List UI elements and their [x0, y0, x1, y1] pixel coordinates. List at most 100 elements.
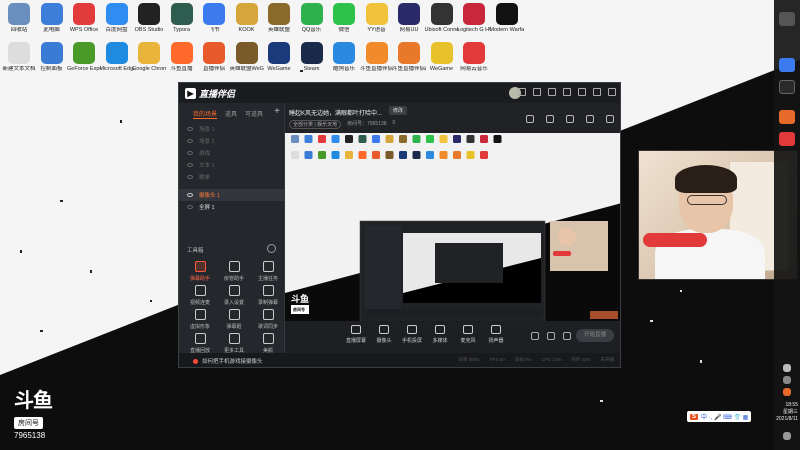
desktop-shortcut[interactable]: 酷狗音乐	[327, 42, 361, 73]
visibility-eye-icon[interactable]	[187, 193, 193, 197]
tab-more-props[interactable]: 可道具	[245, 109, 263, 119]
tool-button[interactable]: 更多工具	[217, 333, 251, 354]
desktop-shortcut[interactable]: KOOK	[230, 3, 264, 34]
scene-item[interactable]: 歌单	[179, 171, 284, 183]
desktop-shortcut[interactable]: 网易UU	[392, 3, 426, 34]
scene-item[interactable]: 文本 1	[179, 159, 284, 171]
desktop-shortcut[interactable]: 微信	[327, 3, 361, 34]
desktop-shortcut[interactable]: 控制面板	[35, 42, 69, 73]
tray-app-icon[interactable]	[783, 388, 791, 396]
edit-title-button[interactable]: 修改	[389, 106, 408, 115]
start-live-button[interactable]: 开始直播	[576, 329, 614, 342]
source-button[interactable]: 多媒体	[425, 325, 455, 344]
lock-icon[interactable]	[546, 115, 554, 123]
visibility-eye-icon[interactable]	[187, 175, 193, 179]
desktop-shortcut[interactable]: 英雄联盟	[262, 3, 296, 34]
visibility-eye-icon[interactable]	[187, 127, 193, 131]
category-badge[interactable]: 全部分类 | 娱乐天地	[289, 120, 342, 129]
desktop-shortcut[interactable]: YY语音	[360, 3, 394, 34]
tool-button[interactable]: 房管助手	[217, 261, 251, 282]
stream-preview[interactable]: 斗鱼 房间号	[285, 133, 620, 321]
desktop-shortcut[interactable]: 回收站	[2, 3, 36, 34]
desktop-shortcut[interactable]: 斗鱼直播伴侣(2)	[392, 42, 426, 73]
notification-icon[interactable]	[586, 115, 594, 123]
tool-button[interactable]: 录入设置	[217, 285, 251, 306]
record-icon[interactable]	[531, 332, 539, 340]
desktop-shortcut[interactable]: 斗鱼直播	[165, 42, 199, 73]
scene-item[interactable]: 场景 1	[179, 123, 284, 135]
tray-chevron-icon[interactable]	[783, 364, 791, 372]
skin-icon[interactable]	[533, 88, 541, 96]
share-screen-icon[interactable]	[526, 115, 534, 123]
taskbar-record-icon[interactable]	[779, 132, 795, 146]
desktop-shortcut[interactable]: 飞书	[197, 3, 231, 34]
tool-button[interactable]: 弹幕助手	[183, 261, 217, 282]
menu-icon[interactable]	[563, 88, 571, 96]
desktop-shortcut[interactable]: 此电脑	[35, 3, 69, 34]
desktop-shortcut[interactable]: Logitech G HUB	[457, 3, 491, 34]
tip-link[interactable]: 如何把手机游戏接摄像头	[193, 357, 263, 365]
tool-button[interactable]: 主播任务	[251, 261, 285, 282]
desktop-shortcut[interactable]: Google Chrome	[132, 42, 166, 73]
desktop-shortcut[interactable]: 斗鱼直播伴侣	[360, 42, 394, 73]
desktop-shortcut[interactable]: 百度网盘	[100, 3, 134, 34]
scene-item[interactable]: 全屏 1	[179, 201, 284, 213]
maximize-icon[interactable]	[593, 88, 601, 96]
source-button[interactable]: 手机投屏	[397, 325, 427, 344]
desktop-shortcut[interactable]: Modern Warfare	[490, 3, 524, 34]
scene-item[interactable]: 摄像头 1	[179, 189, 284, 201]
tab-props[interactable]: 道具	[225, 109, 237, 119]
taskbar-app-icon[interactable]	[779, 12, 795, 26]
tab-scenes[interactable]: 我的场景	[193, 109, 218, 119]
taskbar-window-icon[interactable]	[779, 80, 795, 94]
desktop-shortcut[interactable]: Steam	[295, 42, 329, 73]
tool-button[interactable]: 美颜	[251, 333, 285, 354]
desktop-shortcut[interactable]: QQ音乐	[295, 3, 329, 34]
clock-time[interactable]: 18:55 星期三	[783, 402, 798, 416]
tool-button[interactable]: 直播回放	[183, 333, 217, 354]
gift-icon[interactable]	[566, 115, 574, 123]
taskbar-douyu-icon[interactable]	[779, 110, 795, 124]
scene-item[interactable]: 游戏	[179, 147, 284, 159]
tray-volume-icon[interactable]	[783, 376, 791, 384]
desktop-shortcut[interactable]: 网易云音乐	[457, 42, 491, 73]
tool-button[interactable]: 歌词同步	[251, 309, 285, 330]
desktop-shortcut[interactable]: WeGame	[425, 42, 459, 73]
add-scene-icon[interactable]: +	[274, 106, 280, 117]
settings-gear-icon[interactable]	[563, 332, 571, 340]
desktop-shortcut[interactable]: Microsoft Edge	[100, 42, 134, 73]
desktop-shortcut[interactable]: WPS Office	[67, 3, 101, 34]
source-button[interactable]: 摄像头	[369, 325, 399, 344]
message-icon[interactable]	[518, 88, 526, 96]
share-icon[interactable]	[606, 115, 614, 123]
desktop-shortcut[interactable]: OBS Studio	[132, 3, 166, 34]
taskbar-explorer-icon[interactable]	[779, 58, 795, 72]
tool-button[interactable]: 虚拟形象	[183, 309, 217, 330]
desktop-shortcut[interactable]: 直播伴侣	[197, 42, 231, 73]
visibility-eye-icon[interactable]	[187, 205, 193, 209]
visibility-eye-icon[interactable]	[187, 151, 193, 155]
desktop-shortcut[interactable]: Typora	[165, 3, 199, 34]
tool-button[interactable]: 录制弹幕	[251, 285, 285, 306]
visibility-eye-icon[interactable]	[187, 139, 193, 143]
desktop-shortcut[interactable]: 新建文本文档	[2, 42, 36, 73]
tool-button[interactable]: 视频连麦	[183, 285, 217, 306]
desktop-shortcut[interactable]: Ubisoft Connect	[425, 3, 459, 34]
room-title[interactable]: 睡起K风无边她，满眼都叶打哈中...	[289, 108, 382, 117]
desktop-shortcut[interactable]: WeGame	[262, 42, 296, 73]
visibility-eye-icon[interactable]	[187, 163, 193, 167]
clock-date[interactable]: 2021/8/11	[776, 416, 798, 422]
desktop-shortcut[interactable]: GeForce Experience	[67, 42, 101, 73]
camera-toggle-icon[interactable]	[547, 332, 555, 340]
source-button[interactable]: 直播屏幕	[341, 325, 371, 344]
ime-toolbar[interactable]: S 中 ·, 🎤 ⌨ 👕 ▦	[687, 411, 752, 422]
settings-icon[interactable]	[548, 88, 556, 96]
source-button[interactable]: 麦克风	[453, 325, 483, 344]
toolbox-more-icon[interactable]	[267, 244, 276, 253]
desktop-shortcut[interactable]: 英雄联盟WeGame版	[230, 42, 264, 73]
tool-button[interactable]: 弹幕姬	[217, 309, 251, 330]
minimize-icon[interactable]	[578, 88, 586, 96]
source-button[interactable]: 扬声器	[481, 325, 511, 344]
scene-item[interactable]: 场景 2	[179, 135, 284, 147]
close-icon[interactable]	[608, 88, 616, 96]
